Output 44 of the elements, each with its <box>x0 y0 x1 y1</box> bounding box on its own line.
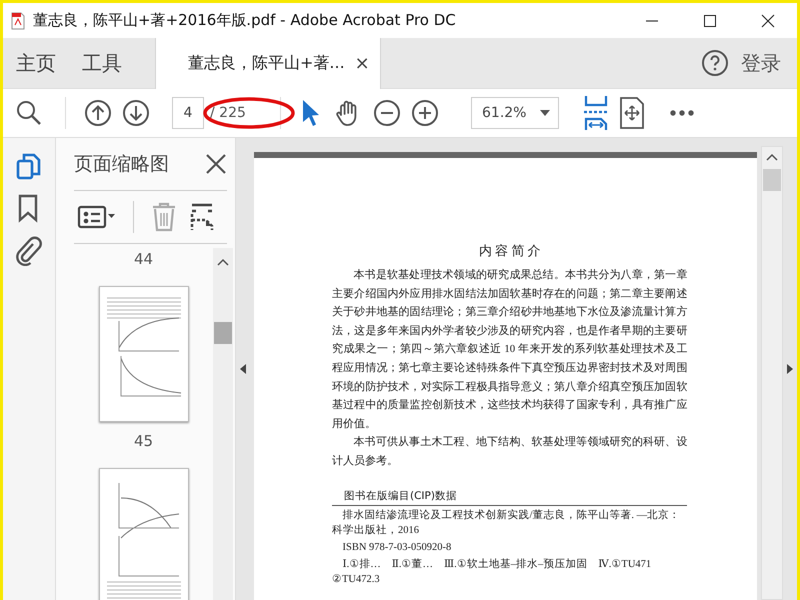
caret-icon <box>540 110 550 116</box>
scroll-thumb[interactable] <box>214 322 232 344</box>
cip-heading: 图书在版编目(CIP)数据 <box>332 488 688 506</box>
arrow-up-circle-icon[interactable] <box>84 99 112 127</box>
fit-width-icon[interactable] <box>583 95 609 131</box>
scroll-thumb[interactable] <box>763 169 782 191</box>
cip-text: 排水固结渗流理论及工程技术创新实践/董志良，陈平山等著. —北京：科学出版社，2016 <box>332 508 682 538</box>
scroll-up-icon[interactable] <box>766 153 778 161</box>
pdf-file-icon <box>11 12 25 30</box>
cip-text: Ⅰ.①排… Ⅱ.①董… Ⅲ.①软土地基–排水–预压加固 Ⅳ.①TU471 ②TU472.3 <box>332 557 652 587</box>
scroll-up-icon[interactable] <box>217 258 229 266</box>
arrow-down-circle-icon[interactable] <box>122 99 150 127</box>
page-count: / 225 <box>210 105 247 121</box>
collapse-right-icon[interactable] <box>787 364 793 374</box>
page-number: 44 <box>134 250 154 268</box>
page-move-icon[interactable] <box>619 97 645 129</box>
thumbnail-options-icon[interactable] <box>77 204 117 230</box>
document-tab[interactable]: 董志良，陈平山+著... × <box>155 38 381 89</box>
help-icon[interactable] <box>701 49 729 77</box>
zoom-dropdown[interactable]: 61.2% <box>471 97 559 129</box>
document-heading: 内 容 简 介 <box>478 242 542 260</box>
scrollbar[interactable] <box>213 248 233 600</box>
page-number-field[interactable]: 4 <box>172 97 204 129</box>
collapse-left-icon[interactable] <box>240 364 246 374</box>
search-icon[interactable] <box>15 99 43 127</box>
document-paragraph: 本书是软基处理技术领域的研究成果总结。本书共分为八章，第一章主要介绍国内外应用排水固结法加固软基时存在的问题；第二章主要阐述关于砂井地基的固结理论；第三章介绍砂井地基地下水位及渗流量计算方法，这是多年来国内外学者较少涉及的研究内容，也是作者早期的主要研究成果之一；第四～第六章叙述近 10 年来开发的系列软基处理技术及工程应用情况；第七章主要论述特殊条件下真空预压边界密封技术及对周围环境的防护技术，对实际工程极具指导意义；第八章介绍真空预压加固软基过程中的质量监控创新技术，这些技术均获得了国家专利，具有推广应用价值。 <box>332 268 688 432</box>
paperclip-icon[interactable] <box>15 236 43 266</box>
zoom-in-icon[interactable] <box>411 99 439 127</box>
nav-tab[interactable]: 工具 <box>69 38 135 88</box>
pages-icon[interactable] <box>15 152 43 182</box>
close-icon[interactable] <box>205 153 227 175</box>
panel-title: 页面缩略图 <box>74 152 169 177</box>
page-number: 45 <box>134 432 154 450</box>
page-thumbnail[interactable] <box>98 468 188 600</box>
sign-in-link[interactable]: 登录 <box>741 50 781 76</box>
nav-tab[interactable]: 主页 <box>3 38 69 88</box>
tab-close-button[interactable]: × <box>354 53 370 74</box>
document-paragraph: 本书可供从事土木工程、地下结构、软基处理等领域研究的科研、设计人员参考。 <box>332 434 688 469</box>
more-icon[interactable] <box>669 109 695 117</box>
cip-text: ISBN 978-7-03-050920-8 <box>342 540 452 555</box>
window-title: 董志良，陈平山+著+2016年版.pdf - Adobe Acrobat Pro DC <box>33 11 457 30</box>
page-thumbnail[interactable] <box>98 286 188 422</box>
zoom-out-icon[interactable] <box>373 99 401 127</box>
scrollbar[interactable] <box>761 146 783 600</box>
